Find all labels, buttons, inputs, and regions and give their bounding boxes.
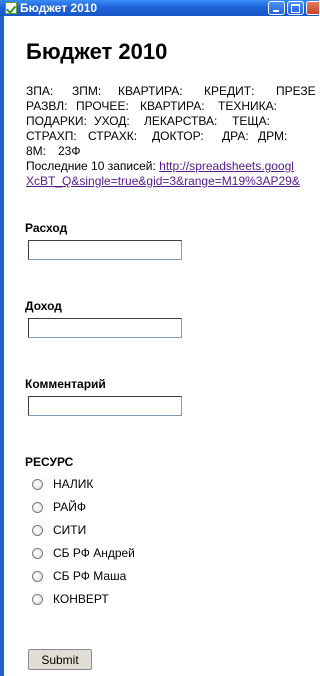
radio-label: СБ РФ Андрей xyxy=(53,546,135,560)
summary-cell: ПОДАРКИ: xyxy=(26,114,87,128)
summary-cell: СТРАХК: xyxy=(88,129,138,143)
summary-row: СТРАХП: СТРАХК: ДОКТОР: ДРА: ДРМ: xyxy=(26,129,316,144)
app-check-icon xyxy=(5,2,17,14)
summary-row: ПОДАРКИ: УХОД: ЛЕКАРСТВА: ТЕЩА: xyxy=(26,114,316,129)
maximize-icon[interactable] xyxy=(287,1,304,15)
radio-label: НАЛИК xyxy=(53,477,94,491)
summary-row: РАЗВЛ: ПРОЧЕЕ: КВАРТИРА: ТЕХНИКА: xyxy=(26,99,316,114)
last-records-line: Последние 10 записей: http://spreadsheet… xyxy=(26,159,316,174)
expense-input[interactable] xyxy=(28,240,182,260)
summary-cell: ЗПМ: xyxy=(72,84,102,98)
page-title: Бюджет 2010 xyxy=(26,39,168,64)
expense-label: Расход xyxy=(25,221,68,235)
summary-cell: ДОКТОР: xyxy=(152,129,204,143)
summary-row: ЗПА: ЗПМ: КВАРТИРА: КРЕДИТ: ПРЕЗЕ xyxy=(26,84,316,99)
last-records-label: Последние 10 записей: xyxy=(26,159,156,173)
income-input[interactable] xyxy=(28,318,182,338)
spreadsheet-link-continuation[interactable]: XcBT_Q&single=true&gid=3&range=M19%3AP29… xyxy=(26,174,316,189)
close-icon[interactable] xyxy=(306,1,319,15)
summary-cell: ЛЕКАРСТВА: xyxy=(144,114,218,128)
summary-row: 8М: 23Ф xyxy=(26,144,316,159)
radio-label: СБ РФ Маша xyxy=(53,569,127,583)
comment-input[interactable] xyxy=(28,396,182,416)
summary-cell: 23Ф xyxy=(58,144,81,158)
radio-button[interactable] xyxy=(32,548,43,559)
summary-cell: ДРА: xyxy=(222,129,249,143)
submit-button[interactable]: Submit xyxy=(28,649,92,670)
radio-label: РАЙФ xyxy=(53,500,86,514)
summary-cell: ТЕЩА: xyxy=(232,114,270,128)
summary-cell: УХОД: xyxy=(94,114,130,128)
radio-button[interactable] xyxy=(32,594,43,605)
window-title: Бюджет 2010 xyxy=(20,1,98,15)
summary-cell: ПРЕЗЕ xyxy=(276,84,316,98)
window-titlebar[interactable]: Бюджет 2010 xyxy=(0,0,319,16)
resource-label: РЕСУРС xyxy=(25,455,74,469)
page-content: Бюджет 2010 ЗПА: ЗПМ: КВАРТИРА: КРЕДИТ: ПРЕЗ… xyxy=(4,16,319,676)
summary-cell: ДРМ: xyxy=(258,129,288,143)
summary-cell: ТЕХНИКА: xyxy=(218,99,277,113)
summary-cell: ЗПА: xyxy=(26,84,54,98)
summary-cell: 8М: xyxy=(26,144,47,158)
comment-label: Комментарий xyxy=(25,377,106,391)
summary-cell: СТРАХП: xyxy=(26,129,77,143)
spreadsheet-link[interactable]: http://spreadsheets.googl xyxy=(159,159,294,173)
radio-label: КОНВЕРТ xyxy=(53,592,109,606)
summary-cell: РАЗВЛ: xyxy=(26,99,68,113)
radio-button[interactable] xyxy=(32,502,43,513)
summary-cell: КРЕДИТ: xyxy=(204,84,255,98)
minimize-icon[interactable] xyxy=(268,1,285,15)
budget-summary: ЗПА: ЗПМ: КВАРТИРА: КРЕДИТ: ПРЕЗЕ РАЗВЛ: ПРОЧ… xyxy=(26,84,316,189)
radio-button[interactable] xyxy=(32,571,43,582)
summary-cell: КВАРТИРА: xyxy=(118,84,183,98)
summary-cell: КВАРТИРА: xyxy=(140,99,205,113)
radio-button[interactable] xyxy=(32,479,43,490)
income-label: Доход xyxy=(25,299,62,313)
radio-label: СИТИ xyxy=(53,523,87,537)
radio-button[interactable] xyxy=(32,525,43,536)
summary-cell: ПРОЧЕЕ: xyxy=(76,99,129,113)
